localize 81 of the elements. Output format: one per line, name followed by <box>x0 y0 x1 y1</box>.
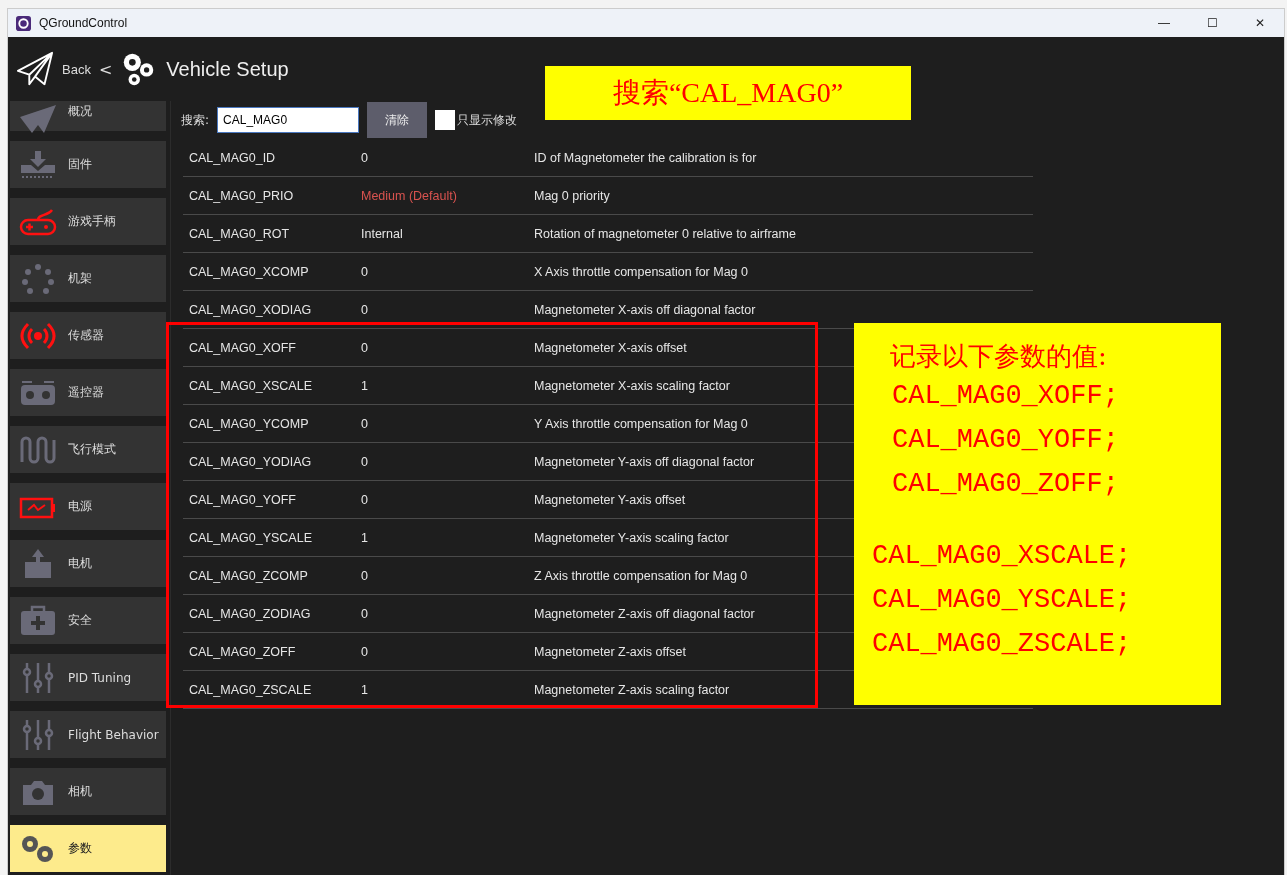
parameter-value[interactable]: 0 <box>361 150 534 165</box>
sidebar-item[interactable]: 安全 <box>10 597 166 644</box>
parameter-value[interactable]: 0 <box>361 454 534 469</box>
search-note: 搜索“CAL_MAG0” <box>545 66 911 120</box>
sidebar-item[interactable]: 遥控器 <box>10 369 166 416</box>
parameter-name[interactable]: CAL_MAG0_ZODIAG <box>183 606 361 621</box>
parameter-description: Magnetometer X-axis offset <box>534 340 687 355</box>
page-title: Vehicle Setup <box>166 57 289 81</box>
parameter-name[interactable]: CAL_MAG0_ZOFF <box>183 644 361 659</box>
parameter-name[interactable]: CAL_MAG0_ID <box>183 150 361 165</box>
parameter-value[interactable]: 0 <box>361 644 534 659</box>
sidebar-item[interactable]: 概况 <box>10 101 166 131</box>
window-title: QGroundControl <box>39 16 128 30</box>
callout-line: CAL_MAG0_YOFF; <box>892 424 1120 457</box>
callout-heading: 记录以下参数的值: <box>890 340 1108 373</box>
checkbox[interactable] <box>435 110 456 130</box>
parameter-name[interactable]: CAL_MAG0_YOFF <box>183 492 361 507</box>
parameter-value[interactable]: 1 <box>361 378 534 393</box>
parameter-value[interactable]: 0 <box>361 568 534 583</box>
parameter-description: Magnetometer Z-axis off diagonal factor <box>534 606 755 621</box>
parameter-description: Magnetometer Z-axis offset <box>534 644 686 659</box>
callout-line: CAL_MAG0_YSCALE; <box>872 584 1133 617</box>
sidebar-item[interactable]: 电机 <box>10 540 166 587</box>
parameter-description: Y Axis throttle compensation for Mag 0 <box>534 416 748 431</box>
parameter-description: Rotation of magnetometer 0 relative to airframe <box>534 226 796 241</box>
parameter-value[interactable]: 0 <box>361 492 534 507</box>
parameter-value[interactable]: 1 <box>361 682 534 697</box>
parameter-description: Magnetometer Y-axis offset <box>534 492 686 507</box>
parameter-value[interactable]: 1 <box>361 530 534 545</box>
parameter-value[interactable]: 0 <box>361 416 534 431</box>
parameter-name[interactable]: CAL_MAG0_YCOMP <box>183 416 361 431</box>
window-control[interactable]: ✕ <box>1236 9 1284 37</box>
parameter-value[interactable]: Internal <box>361 226 534 241</box>
callout-line: CAL_MAG0_XSCALE; <box>872 540 1133 573</box>
parameter-name[interactable]: CAL_MAG0_ZSCALE <box>183 682 361 697</box>
parameter-description: Z Axis throttle compensation for Mag 0 <box>534 568 748 583</box>
sidebar-item[interactable]: 传感器 <box>10 312 166 359</box>
checkbox-label: 只显示修改 <box>457 111 518 129</box>
parameter-name[interactable]: CAL_MAG0_ZCOMP <box>183 568 361 583</box>
app-icon <box>16 15 31 31</box>
plane-icon[interactable] <box>16 50 54 88</box>
sidebar-item[interactable]: Flight Behavior <box>10 711 166 758</box>
parameter-name[interactable]: CAL_MAG0_YSCALE <box>183 530 361 545</box>
sidebar-item[interactable]: 飞行模式 <box>10 426 166 473</box>
search-label: 搜索: <box>181 111 210 129</box>
parameter-description: Magnetometer Y-axis off diagonal factor <box>534 454 755 469</box>
parameter-name[interactable]: CAL_MAG0_PRIO <box>183 188 361 203</box>
sidebar-item[interactable]: PID Tuning <box>10 654 166 701</box>
parameter-name[interactable]: CAL_MAG0_ROT <box>183 226 361 241</box>
callout-line: CAL_MAG0_ZSCALE; <box>872 628 1133 661</box>
sidebar-item[interactable]: 参数 <box>10 825 166 872</box>
parameter-description: Magnetometer Y-axis scaling factor <box>534 530 729 545</box>
parameter-name[interactable]: CAL_MAG0_XSCALE <box>183 378 361 393</box>
parameter-value[interactable]: 0 <box>361 302 534 317</box>
parameter-description: Magnetometer X-axis scaling factor <box>534 378 730 393</box>
parameter-description: Magnetometer X-axis off diagonal factor <box>534 302 756 317</box>
window-control[interactable]: — <box>1140 9 1188 37</box>
clear-button[interactable]: 清除 <box>367 102 428 138</box>
parameter-name[interactable]: CAL_MAG0_YODIAG <box>183 454 361 469</box>
sidebar-item[interactable]: 电源 <box>10 483 166 530</box>
back-link[interactable]: Back <box>62 61 91 77</box>
parameter-value[interactable]: 0 <box>361 340 534 355</box>
parameter-description: Mag 0 priority <box>534 188 610 203</box>
parameter-description: Magnetometer Z-axis scaling factor <box>534 682 730 697</box>
callout-line: CAL_MAG0_XOFF; <box>892 380 1120 413</box>
parameter-description: X Axis throttle compensation for Mag 0 <box>534 264 748 279</box>
breadcrumb-separator: < <box>98 59 113 79</box>
sidebar-item[interactable]: 固件 <box>10 141 166 188</box>
sidebar-item[interactable]: 相机 <box>10 768 166 815</box>
parameter-name[interactable]: CAL_MAG0_XOFF <box>183 340 361 355</box>
window-control[interactable]: ☐ <box>1188 9 1236 37</box>
parameter-description: ID of Magnetometer the calibration is for <box>534 150 757 165</box>
sidebar-item[interactable]: 游戏手柄 <box>10 198 166 245</box>
parameter-name[interactable]: CAL_MAG0_XODIAG <box>183 302 361 317</box>
parameter-value[interactable]: 0 <box>361 264 534 279</box>
parameter-name[interactable]: CAL_MAG0_XCOMP <box>183 264 361 279</box>
sidebar-item[interactable]: 机架 <box>10 255 166 302</box>
callout-line: CAL_MAG0_ZOFF; <box>892 468 1120 501</box>
search-field[interactable]: CAL_MAG0 <box>217 107 360 133</box>
parameter-value[interactable]: 0 <box>361 606 534 621</box>
parameter-value[interactable]: Medium (Default) <box>361 188 534 203</box>
